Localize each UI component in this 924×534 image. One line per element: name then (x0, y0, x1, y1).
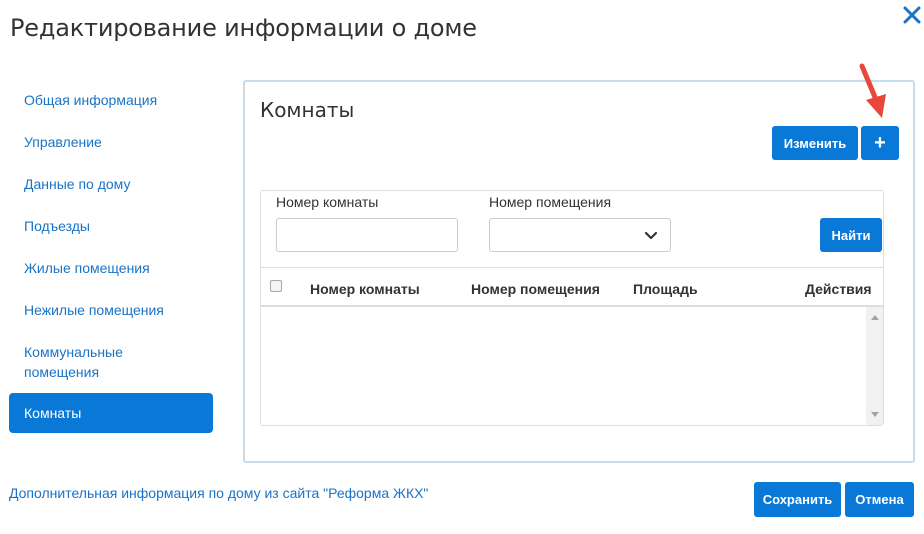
close-button[interactable] (900, 2, 924, 30)
premise-number-select[interactable] (489, 218, 671, 252)
sidebar-item-management[interactable]: Управление (9, 121, 213, 163)
scroll-down-icon[interactable] (871, 412, 879, 417)
chevron-down-icon (644, 231, 658, 240)
sidebar-item-residential[interactable]: Жилые помещения (9, 247, 213, 289)
select-all-checkbox[interactable] (270, 280, 282, 292)
dialog-title: Редактирование информации о доме (10, 14, 477, 42)
column-actions: Действия (805, 281, 872, 297)
sidebar-item-nonresidential[interactable]: Нежилые помещения (9, 289, 213, 331)
sidebar-item-rooms[interactable]: Комнаты (9, 393, 213, 433)
column-room-number[interactable]: Номер комнаты (310, 281, 420, 297)
sidebar-item-house-data[interactable]: Данные по дому (9, 163, 213, 205)
cancel-button[interactable]: Отмена (845, 482, 914, 517)
column-area[interactable]: Площадь (633, 281, 698, 297)
panel-title: Комнаты (260, 98, 355, 122)
sidebar-nav: Общая информация Управление Данные по до… (9, 79, 213, 433)
column-premise-number[interactable]: Номер помещения (471, 281, 600, 297)
save-button[interactable]: Сохранить (754, 482, 841, 517)
room-number-filter-label: Номер комнаты (276, 194, 379, 210)
sidebar-item-communal[interactable]: Коммунальные помещения (9, 331, 213, 393)
find-button[interactable]: Найти (820, 218, 882, 252)
premise-number-filter-label: Номер помещения (489, 194, 612, 210)
table-scrollbar[interactable] (866, 307, 883, 425)
add-room-button[interactable]: + (861, 126, 899, 160)
table-body (261, 307, 883, 425)
scroll-up-icon[interactable] (871, 315, 879, 320)
edit-button[interactable]: Изменить (772, 126, 858, 160)
close-icon (903, 6, 921, 23)
room-number-input[interactable] (276, 218, 458, 252)
reform-zhkh-info-link[interactable]: Дополнительная информация по дому из сай… (9, 485, 428, 501)
table-header: Номер комнаты Номер помещения Площадь Де… (261, 267, 883, 307)
rooms-grid: Номер комнаты Номер помещения Найти Номе… (260, 190, 884, 426)
annotation-arrow-icon (859, 63, 886, 118)
sidebar-item-general-info[interactable]: Общая информация (9, 79, 213, 121)
sidebar-item-entrances[interactable]: Подъезды (9, 205, 213, 247)
rooms-panel: Комнаты Изменить + Номер комнаты Номер п… (243, 63, 915, 463)
